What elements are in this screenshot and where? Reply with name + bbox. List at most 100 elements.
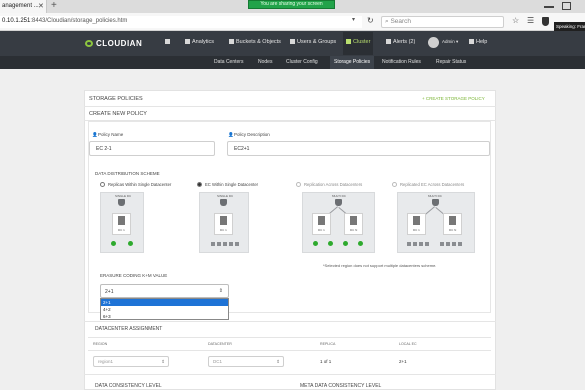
policy-name-input[interactable]: EC 2-1 (89, 141, 215, 156)
minimize-icon[interactable] (544, 6, 554, 8)
app-logo[interactable]: CLOUDIAN (96, 39, 142, 48)
ec-fragment (211, 242, 215, 246)
bucket-icon (220, 199, 227, 206)
nav-cluster[interactable]: Cluster (343, 32, 374, 55)
ec-fragment (419, 242, 423, 246)
server-icon (350, 216, 357, 225)
url-dropdown-icon[interactable]: ▾ (352, 16, 355, 23)
ec-fragment (440, 242, 444, 246)
divider (88, 350, 491, 351)
create-storage-policy-link[interactable]: + CREATE STORAGE POLICY (422, 96, 485, 101)
radio-label: Replicas Within Single Datacenter (108, 182, 172, 187)
url-bar[interactable]: 0.10.1.251:8443/Cloudian/storage_policie… (0, 16, 362, 28)
subnav-storage-policies[interactable]: Storage Policies (330, 56, 375, 69)
subnav-data-centers[interactable]: Data Centers (214, 59, 243, 65)
data-consistency-label: DATA CONSISTENCY LEVEL (95, 383, 162, 389)
close-icon[interactable]: ✕ (38, 2, 44, 10)
server-icon (220, 216, 227, 225)
dropdown-option[interactable]: 2+1 (101, 299, 228, 306)
ec-fragment (458, 242, 462, 246)
policy-description-input[interactable]: EC2+1 (227, 141, 490, 156)
replica-value: 1 of 1 (320, 359, 332, 364)
bell-icon (386, 39, 391, 44)
chevron-updown-icon: ⇕ (218, 288, 223, 294)
erasure-coding-dropdown: 2+1 4+2 6+3 (100, 298, 229, 320)
browser-search-input[interactable]: ⌕ Search (381, 16, 504, 28)
policy-name-label: Policy Name (98, 132, 124, 137)
ec-fragment (413, 242, 417, 246)
column-header-replica: REPLICA (320, 342, 336, 346)
policy-description-label: Policy Description (234, 132, 270, 137)
datacenter-label: DC 1 (413, 228, 420, 232)
subnav-cluster-config[interactable]: Cluster Config (286, 59, 318, 65)
replica-node (111, 241, 116, 246)
cloudian-logo-icon (85, 40, 93, 47)
nav-admin-menu[interactable]: Admin ▾ (442, 39, 458, 45)
radio-replicas-single-dc[interactable] (100, 182, 105, 187)
analytics-icon (185, 39, 190, 44)
diagram-heading: SINGLE DC (217, 194, 234, 198)
meta-consistency-label: META DATA CONSISTENCY LEVEL (300, 383, 382, 389)
erasure-coding-label: ERASURE CODING K+M VALUE (100, 273, 168, 278)
diagram-heading: MULTI DC (332, 194, 346, 198)
server-icon (413, 216, 420, 225)
shield-icon[interactable] (542, 17, 549, 26)
bucket-icon (118, 199, 125, 206)
nav-buckets-objects[interactable]: Buckets & Objects (229, 39, 281, 45)
create-policy-title: CREATE NEW POLICY (89, 111, 147, 117)
help-icon (469, 39, 474, 44)
subnav-nodes[interactable]: Nodes (258, 59, 272, 65)
avatar[interactable] (428, 37, 439, 48)
cluster-icon (346, 39, 351, 44)
subnav-notification-rules[interactable]: Notification Rules (382, 59, 421, 65)
subnav-repair-status[interactable]: Repair Status (436, 59, 466, 65)
nav-alerts[interactable]: Alerts (2) (386, 39, 415, 45)
radio-label: EC Within Single Datacenter (205, 182, 259, 187)
nav-help[interactable]: Help (469, 39, 487, 45)
divider (84, 321, 496, 322)
datacenter-label: DC 1 (220, 228, 227, 232)
url-path: :8443/Cloudian/storage_policies.htm (30, 18, 128, 24)
ec-fragment (223, 242, 227, 246)
browser-tab[interactable]: anagement ... ✕ (0, 0, 47, 13)
ec-fragment (446, 242, 450, 246)
bookmark-star-icon[interactable]: ☆ (512, 16, 519, 25)
radio-label: Replication Across Datacenters (304, 182, 363, 187)
region-select[interactable]: region1 ⇕ (93, 356, 169, 367)
divider (88, 337, 491, 338)
ec-fragment (235, 242, 239, 246)
divider (84, 106, 496, 107)
reload-icon[interactable]: ↻ (367, 16, 374, 25)
radio-label: Replicated EC Across Datacenters (400, 182, 465, 187)
dropdown-option[interactable]: 6+3 (101, 313, 228, 320)
region-value: region1 (98, 359, 114, 364)
column-header-region: REGION (93, 342, 108, 346)
column-header-datacenter: DATACENTER (208, 342, 232, 346)
replica-node (313, 241, 318, 246)
ec-fragment (452, 242, 456, 246)
user-icon: 👤 (92, 132, 98, 137)
dropdown-option[interactable]: 4+2 (101, 306, 228, 313)
radio-ec-single-dc[interactable] (197, 182, 202, 187)
datacenter-label: DC N (449, 228, 457, 232)
dashboard-icon[interactable] (165, 39, 172, 45)
datacenter-select[interactable]: DC1 ⇕ (208, 356, 284, 367)
maximize-icon[interactable] (562, 2, 571, 10)
diagram-heading: SINGLE DC (115, 194, 132, 198)
browser-tab-title: anagement ... (2, 3, 39, 9)
new-tab-button[interactable]: + (51, 0, 57, 11)
server-icon (318, 216, 325, 225)
radio-replication-across-dc[interactable] (296, 182, 301, 187)
nav-users-groups[interactable]: Users & Groups (290, 39, 336, 45)
erasure-coding-select[interactable]: 2+1 ⇕ (100, 284, 229, 298)
datacenter-label: DC 1 (118, 228, 125, 232)
radio-replicated-ec-across-dc[interactable] (392, 182, 397, 187)
datacenter-value: DC1 (213, 359, 223, 364)
region-scheme-note: *Selected region does not support multip… (323, 263, 437, 268)
ec-fragment (217, 242, 221, 246)
server-icon (449, 216, 456, 225)
url-host: 0.10.1.251 (2, 18, 31, 24)
reading-list-icon[interactable]: ☰ (527, 16, 534, 25)
screen-share-banner: You are sharing your screen (248, 0, 335, 9)
nav-analytics[interactable]: Analytics (185, 39, 214, 45)
